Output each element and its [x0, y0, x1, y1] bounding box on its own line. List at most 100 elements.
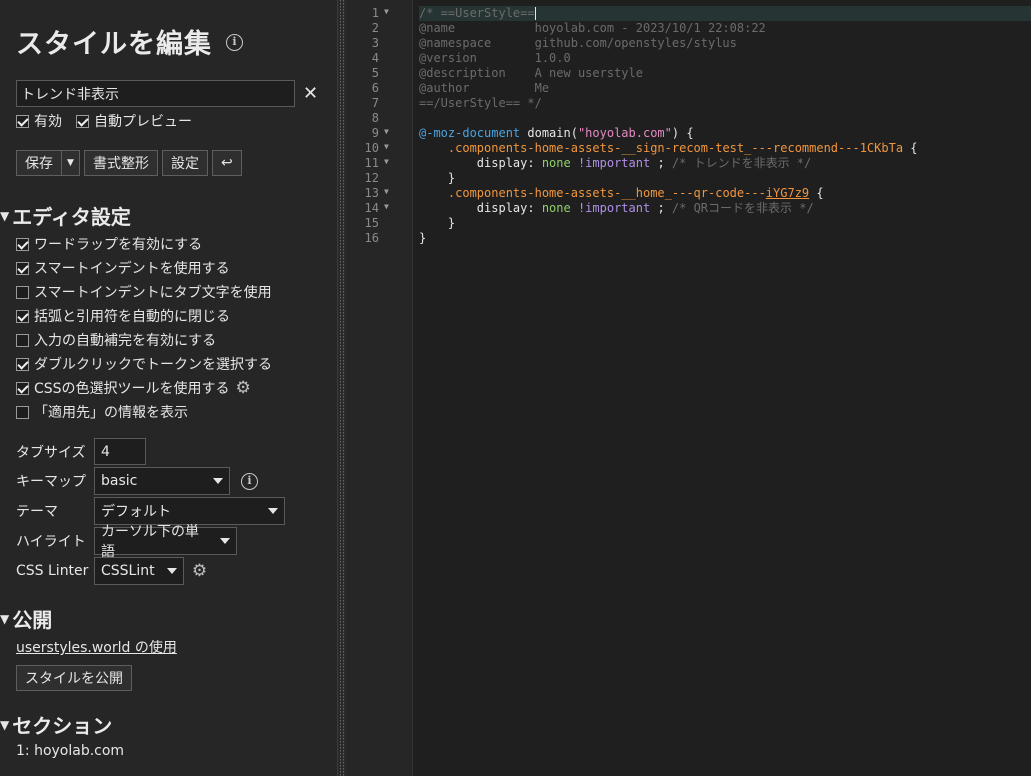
keymap-select[interactable]: basic: [94, 467, 230, 495]
option-color-picker[interactable]: CSSの色選択ツールを使用する ⚙: [16, 376, 272, 400]
code-line[interactable]: }: [419, 231, 1031, 246]
checkbox[interactable]: [16, 405, 29, 419]
code-editor[interactable]: 1 ▼ 2 3 4 5 6 7 8 9 ▼ 10 ▼ 11 ▼ 12 13 ▼ 14 ▼ 15 16 /* ==UserS…: [346, 0, 1031, 776]
option-smart-indent[interactable]: スマートインデントを使用する: [16, 256, 272, 280]
chevron-down-icon: [213, 478, 223, 484]
editor-settings-heading[interactable]: ▼ エディタ設定: [0, 201, 131, 230]
enabled-check-icon[interactable]: [16, 114, 29, 128]
fold-arrow-icon[interactable]: ▼: [384, 7, 389, 16]
checkbox[interactable]: [16, 237, 29, 251]
option-indent-with-tabs[interactable]: スマートインデントにタブ文字を使用: [16, 280, 272, 304]
live-preview-check-icon[interactable]: [76, 114, 89, 128]
code-line[interactable]: ==/UserStyle== */: [419, 96, 1031, 111]
code-line[interactable]: }: [419, 171, 1031, 186]
code-token: domain(: [520, 126, 578, 140]
option-label: 括弧と引用符を自動的に閉じる: [34, 309, 230, 325]
code-line[interactable]: @description A new userstyle: [419, 66, 1031, 81]
code-line[interactable]: [419, 111, 1031, 126]
code-line[interactable]: }: [419, 216, 1031, 231]
fold-arrow-icon[interactable]: ▼: [384, 187, 389, 196]
style-toggles: 有効 自動プレビュー: [16, 111, 192, 131]
enabled-label: 有効: [34, 114, 62, 130]
fold-arrow-icon[interactable]: ▼: [384, 127, 389, 136]
tab-size-input[interactable]: 4: [94, 438, 146, 465]
code-token: ) {: [671, 126, 694, 140]
line-number-text: 15: [364, 216, 379, 230]
collapse-triangle-icon[interactable]: ▼: [0, 209, 9, 223]
line-number-text: 7: [371, 96, 379, 110]
userstyles-world-link[interactable]: userstyles.world の使用: [16, 637, 177, 657]
line-number-text: 12: [364, 171, 379, 185]
checkbox[interactable]: [16, 333, 29, 347]
live-preview-checkbox[interactable]: 自動プレビュー: [76, 111, 192, 131]
code-line[interactable]: @-moz-document domain("hoyolab.com") {: [419, 126, 1031, 141]
code-token: @name hoyolab.com - 2023/10/1 22:08:22: [419, 21, 766, 35]
settings-button[interactable]: 設定: [162, 150, 208, 176]
line-number: 3: [346, 36, 413, 51]
highlight-label: ハイライト: [16, 534, 86, 550]
sections-heading-text: セクション: [12, 714, 113, 738]
checkbox[interactable]: [16, 309, 29, 323]
close-icon[interactable]: ✕: [303, 83, 318, 104]
fold-arrow-icon[interactable]: ▼: [384, 142, 389, 151]
page-title-text: スタイルを編集: [16, 29, 212, 60]
resize-handle[interactable]: [337, 0, 346, 776]
info-icon[interactable]: i: [241, 472, 258, 490]
option-auto-close-brackets[interactable]: 括弧と引用符を自動的に閉じる: [16, 304, 272, 328]
info-icon[interactable]: i: [226, 34, 244, 51]
checkbox[interactable]: [16, 285, 29, 299]
tab-size-label: タブサイズ: [16, 444, 86, 461]
line-number-text: 3: [371, 36, 379, 50]
line-number-text: 1: [371, 6, 379, 20]
enabled-checkbox[interactable]: 有効: [16, 111, 62, 131]
publish-heading[interactable]: ▼ 公開: [0, 604, 52, 633]
editor-settings-heading-text: エディタ設定: [12, 205, 131, 229]
checkbox[interactable]: [16, 261, 29, 275]
checkbox[interactable]: [16, 381, 29, 395]
code-line[interactable]: .components-home-assets-__sign-recom-tes…: [419, 141, 1031, 156]
publish-style-button[interactable]: スタイルを公開: [16, 665, 132, 691]
code-line[interactable]: display: none !important ; /* QRコードを非表示 …: [419, 201, 1031, 216]
section-item[interactable]: 1: hoyolab.com: [16, 743, 124, 759]
save-dropdown-chevron-icon[interactable]: ▼: [61, 151, 79, 175]
option-word-wrap[interactable]: ワードラップを有効にする: [16, 232, 272, 256]
code-line[interactable]: display: none !important ; /* トレンドを非表示 *…: [419, 156, 1031, 171]
code-line[interactable]: /* ==UserStyle==: [419, 6, 1031, 21]
gear-icon[interactable]: ⚙: [191, 562, 208, 580]
undo-button[interactable]: ↩: [212, 150, 242, 176]
code-token: {: [903, 141, 918, 155]
line-number: 5: [346, 66, 413, 81]
option-applies-to-info[interactable]: 「適用先」の情報を表示: [16, 400, 272, 424]
linter-value: CSSLint: [101, 563, 155, 579]
code-line[interactable]: @author Me: [419, 81, 1031, 96]
chevron-down-icon: [268, 508, 278, 514]
line-number: 1 ▼: [346, 6, 413, 21]
collapse-triangle-icon[interactable]: ▼: [0, 718, 9, 732]
code-token: }: [419, 216, 456, 230]
collapse-triangle-icon[interactable]: ▼: [0, 612, 9, 626]
option-select-by-token[interactable]: ダブルクリックでトークンを選択する: [16, 352, 272, 376]
code-line[interactable]: @version 1.0.0: [419, 51, 1031, 66]
code-token: .components-home-assets-__sign-recom-tes…: [447, 141, 904, 155]
line-number: 9 ▼: [346, 126, 413, 141]
save-button[interactable]: 保存 ▼: [16, 150, 80, 176]
code-token: /* ==UserStyle==: [419, 6, 535, 20]
line-number: 15: [346, 216, 413, 231]
chevron-down-icon: [167, 568, 177, 574]
checkbox[interactable]: [16, 357, 29, 371]
sections-heading[interactable]: ▼ セクション: [0, 710, 112, 739]
fold-arrow-icon[interactable]: ▼: [384, 202, 389, 211]
gear-icon[interactable]: ⚙: [235, 379, 252, 397]
save-button-label[interactable]: 保存: [17, 151, 61, 175]
highlight-select[interactable]: カーソル下の単語: [94, 524, 237, 560]
linter-select[interactable]: CSSLint: [94, 557, 184, 585]
fold-arrow-icon[interactable]: ▼: [384, 157, 389, 166]
style-name-input[interactable]: [16, 80, 295, 107]
beautify-button[interactable]: 書式整形: [84, 150, 158, 176]
code-token: "hoyolab.com": [577, 126, 672, 140]
option-autocomplete[interactable]: 入力の自動補完を有効にする: [16, 328, 272, 352]
code-line[interactable]: @namespace github.com/openstyles/stylus: [419, 36, 1031, 51]
code-line[interactable]: @name hoyolab.com - 2023/10/1 22:08:22: [419, 21, 1031, 36]
code-line[interactable]: .components-home-assets-__home_---qr-cod…: [419, 186, 1031, 201]
option-label: ダブルクリックでトークンを選択する: [34, 357, 272, 373]
